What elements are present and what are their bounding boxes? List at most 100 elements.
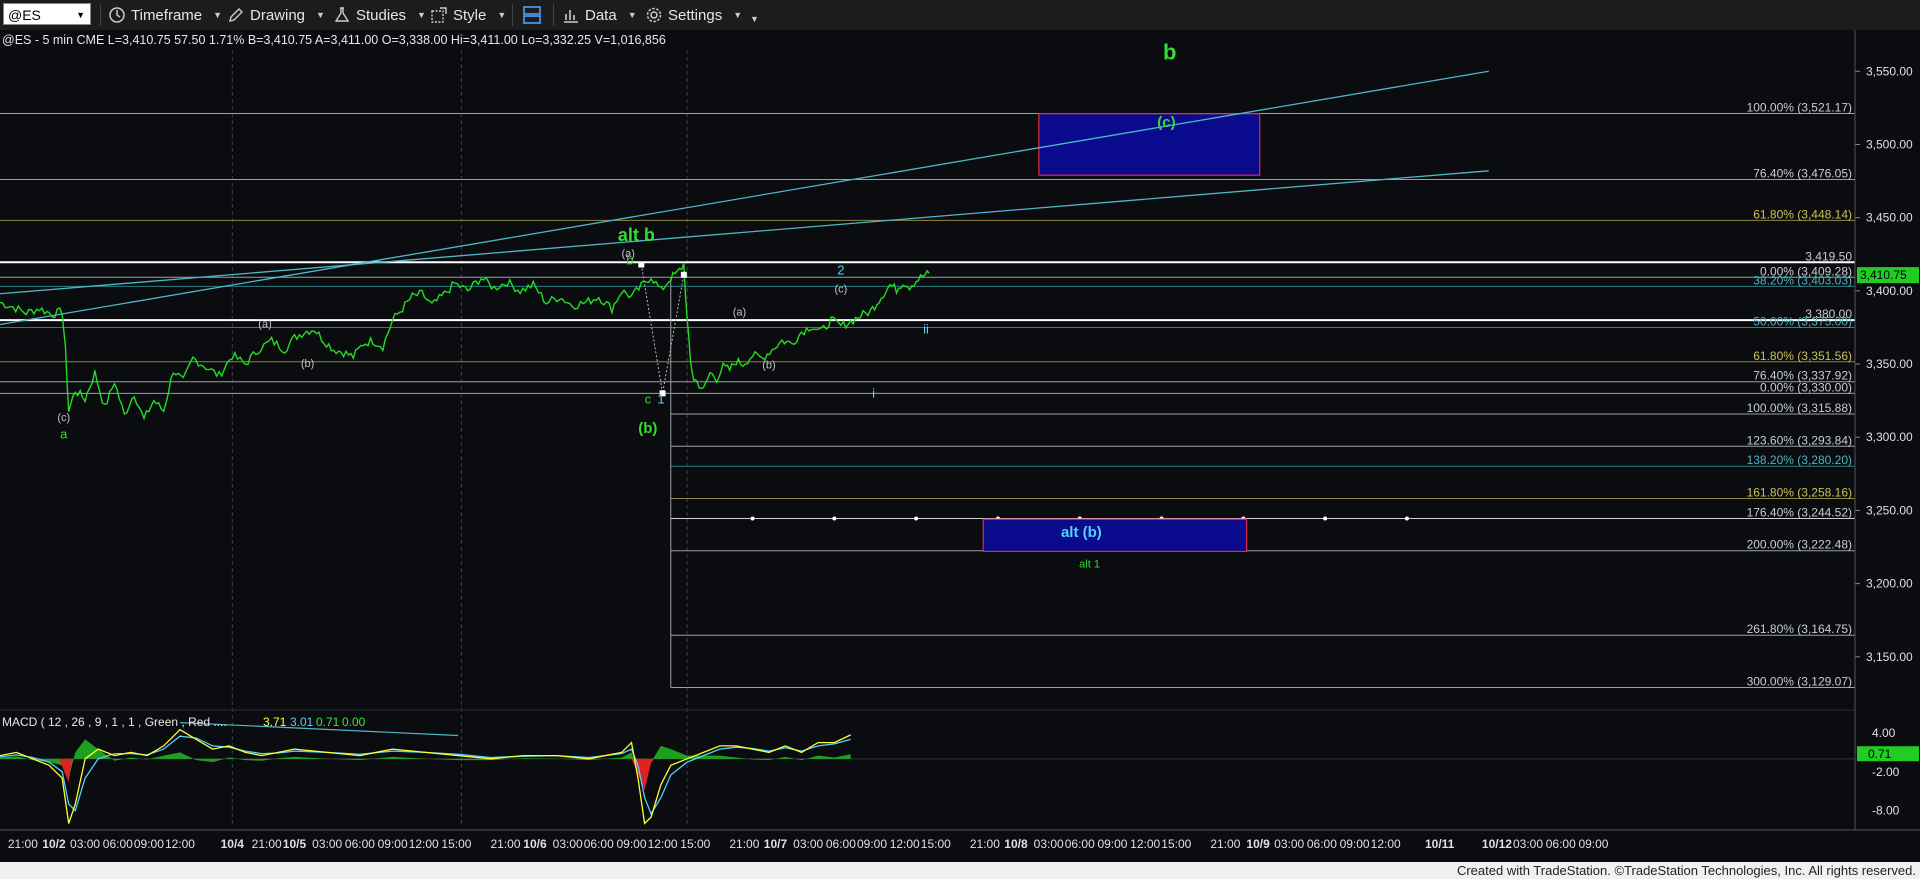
- settings-button[interactable]: Settings ▼: [645, 5, 742, 25]
- fib-level-label: 100.00% (3,315.88): [1747, 401, 1852, 415]
- data-label: Data: [585, 6, 617, 24]
- fib-level-label: 100.00% (3,521.17): [1747, 100, 1852, 114]
- toolbar-separator: [512, 4, 513, 26]
- fib-level-label: 0.00% (3,330.00): [1760, 380, 1852, 394]
- time-axis-label: 12:00: [648, 837, 678, 851]
- symbol-text: @ES: [8, 7, 41, 23]
- pivot-marker: [680, 271, 687, 278]
- macd-value-signal: 3.01: [290, 715, 314, 729]
- wave-label: (c): [57, 412, 70, 424]
- price-axis-label: 3,550.00: [1866, 64, 1913, 78]
- style-button[interactable]: Style ▼: [430, 5, 506, 25]
- fib-level-label: 50.00% (3,375.00): [1753, 314, 1852, 328]
- macd-axis-label: -8.00: [1872, 804, 1900, 818]
- time-axis-label: 06:00: [826, 837, 856, 851]
- wave-label: c: [645, 392, 652, 407]
- time-axis-label: 10/8: [1004, 837, 1028, 851]
- time-axis-label: 09:00: [1340, 837, 1370, 851]
- time-axis-label: 12:00: [409, 837, 439, 851]
- time-axis-label: 03:00: [793, 837, 823, 851]
- timeframe-button[interactable]: Timeframe ▼: [108, 5, 222, 25]
- fib-level-label: 300.00% (3,129.07): [1747, 674, 1852, 688]
- wave-label: i: [872, 386, 875, 401]
- pencil-icon: [229, 8, 243, 22]
- time-axis-label: 09:00: [857, 837, 887, 851]
- layout-button[interactable]: [522, 5, 542, 25]
- caret-down-icon: ▼: [213, 10, 223, 20]
- price-axis-label: 3,350.00: [1866, 357, 1913, 371]
- studies-label: Studies: [356, 6, 407, 24]
- time-axis-label: 03:00: [1034, 837, 1064, 851]
- time-axis-label: 15:00: [680, 837, 710, 851]
- caret-down-icon: ▼: [750, 14, 759, 24]
- fib-level-label: 161.80% (3,258.16): [1747, 485, 1852, 499]
- projection-marker: [832, 516, 837, 521]
- toolbar-overflow-button[interactable]: ▼: [744, 9, 759, 29]
- toolbar: @ES ▼ Timeframe ▼ Drawing ▼ Studies ▼ St…: [0, 0, 1920, 31]
- wave-label: alt b: [618, 225, 655, 245]
- time-axis-label: 03:00: [1274, 837, 1304, 851]
- wave-label: b: [1163, 40, 1176, 65]
- symbol-selector[interactable]: @ES ▼: [3, 3, 91, 25]
- price-axis-label: 3,300.00: [1866, 430, 1913, 444]
- time-axis-label: 21:00: [491, 837, 521, 851]
- time-axis-label: 09:00: [378, 837, 408, 851]
- time-axis-label: 06:00: [1307, 837, 1337, 851]
- time-axis-label: 21:00: [252, 837, 282, 851]
- time-axis-label: 12:00: [890, 837, 920, 851]
- price-axis-label: 3,450.00: [1866, 211, 1913, 225]
- projection-marker: [1404, 516, 1409, 521]
- wave-label: 2: [837, 263, 844, 278]
- price-chart[interactable]: 100.00% (3,521.17) 76.40% (3,476.05) 61.80…: [0, 30, 1920, 862]
- wave-label: alt 1: [1079, 559, 1100, 571]
- time-axis-label: 03:00: [1513, 837, 1543, 851]
- time-axis-label: 21:00: [970, 837, 1000, 851]
- caret-down-icon: ▼: [316, 10, 325, 20]
- fib-level-label: 76.40% (3,476.05): [1753, 167, 1852, 181]
- time-axis-label: 15:00: [1161, 837, 1191, 851]
- projection-marker: [1323, 516, 1328, 521]
- chart-header-info: @ES - 5 min CME L=3,410.75 57.50 1.71% B…: [2, 33, 666, 47]
- time-axis-label: 21:00: [8, 837, 38, 851]
- flask-icon: [334, 7, 350, 22]
- time-axis-label: 03:00: [70, 837, 100, 851]
- price-axis-label: 3,500.00: [1866, 137, 1913, 151]
- time-axis-label: 15:00: [441, 837, 471, 851]
- fib-level-label: 61.80% (3,351.56): [1753, 349, 1852, 363]
- time-axis-label: 09:00: [1578, 837, 1608, 851]
- caret-down-icon: ▼: [627, 10, 637, 20]
- time-axis-label: 10/2: [42, 837, 66, 851]
- macd-value-diff: 0.71: [316, 715, 340, 729]
- time-axis-label: 06:00: [1546, 837, 1576, 851]
- gear-icon: [646, 7, 662, 23]
- price-axis-label: 3,400.00: [1866, 284, 1913, 298]
- macd-axis-label: 4.00: [1872, 726, 1896, 740]
- studies-button[interactable]: Studies ▼: [333, 5, 426, 25]
- timeframe-label: Timeframe: [131, 6, 203, 24]
- fib-level-label: 3,419.50: [1805, 249, 1852, 263]
- drawing-button[interactable]: Drawing ▼: [227, 5, 325, 25]
- time-axis-label: 03:00: [312, 837, 342, 851]
- wave-label: (c): [834, 283, 847, 295]
- price-axis-label: 3,250.00: [1866, 503, 1913, 517]
- footer-credit: Created with TradeStation. ©TradeStation…: [1456, 863, 1916, 878]
- last-price-label: 3,410.75: [1860, 268, 1907, 282]
- wave-label: (a): [258, 318, 271, 330]
- time-axis-label: 09:00: [616, 837, 646, 851]
- time-axis-label: 15:00: [921, 837, 951, 851]
- projection-marker: [914, 516, 919, 521]
- data-button[interactable]: Data ▼: [562, 5, 637, 25]
- time-axis-label: 10/5: [283, 837, 307, 851]
- toolbar-separator: [100, 4, 101, 26]
- fib-level-label: 176.40% (3,244.52): [1747, 505, 1852, 519]
- projection-marker: [750, 516, 755, 521]
- price-axis-label: 3,200.00: [1866, 577, 1913, 591]
- style-icon: [431, 7, 447, 23]
- target-box-c: [1038, 113, 1261, 176]
- caret-down-icon: ▼: [733, 10, 743, 20]
- wave-label: (a): [621, 248, 634, 260]
- time-axis-label: 03:00: [553, 837, 583, 851]
- drawing-label: Drawing: [250, 6, 306, 24]
- wave-label: (b): [638, 420, 657, 437]
- clock-icon: [109, 7, 125, 23]
